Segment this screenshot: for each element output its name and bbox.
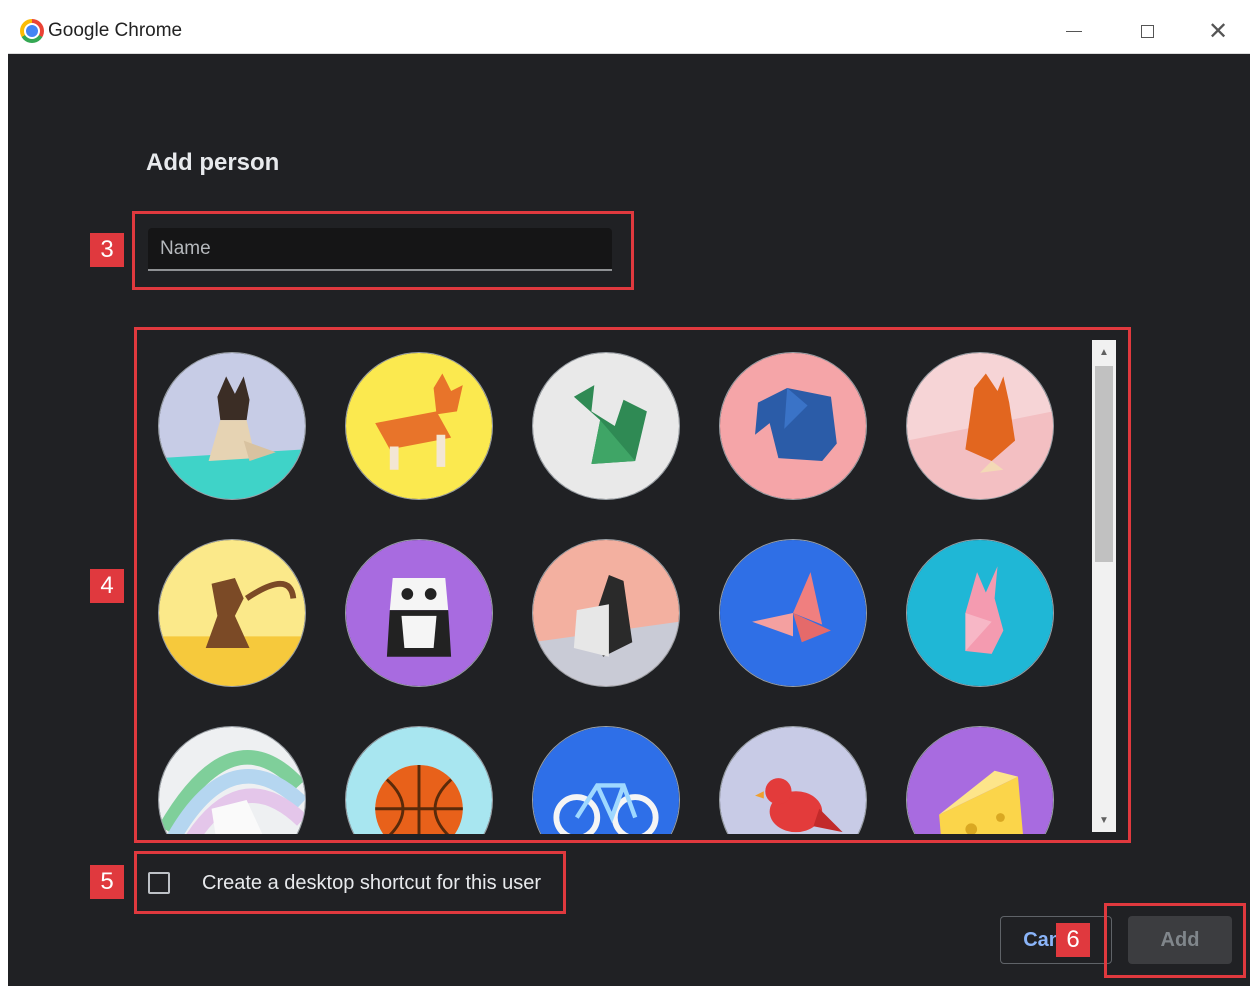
annotation-number-3: 3 xyxy=(90,233,124,267)
close-icon[interactable]: ✕ xyxy=(1203,16,1233,46)
annotation-number-4: 4 xyxy=(90,569,124,603)
origami-monkey-icon xyxy=(159,540,305,686)
avatar-origami-fox[interactable] xyxy=(906,352,1054,500)
origami-dragon-icon xyxy=(533,353,679,499)
maximize-icon[interactable] xyxy=(1132,16,1162,46)
avatar-cheese[interactable] xyxy=(906,726,1054,834)
cheese-icon xyxy=(907,727,1053,834)
avatar-origami-panda[interactable] xyxy=(345,539,493,687)
name-input[interactable] xyxy=(148,228,612,269)
avatar-origami-cat[interactable] xyxy=(158,352,306,500)
scrollbar-thumb[interactable] xyxy=(1095,366,1113,562)
bicycle-icon xyxy=(533,727,679,834)
avatar-origami-butterfly[interactable] xyxy=(719,539,867,687)
avatar-basketball[interactable] xyxy=(345,726,493,834)
avatar-origami-unicorn[interactable] xyxy=(158,726,306,834)
red-bird-icon xyxy=(720,727,866,834)
avatar-grid xyxy=(158,352,1068,834)
annotation-number-6: 6 xyxy=(1056,923,1090,957)
avatar-scrollbar[interactable]: ▲ ▼ xyxy=(1092,340,1116,832)
desktop-shortcut-checkbox[interactable] xyxy=(148,872,170,894)
basketball-icon xyxy=(346,727,492,834)
desktop-shortcut-label: Create a desktop shortcut for this user xyxy=(202,871,542,894)
origami-rabbit-icon xyxy=(907,540,1053,686)
avatar-origami-rabbit[interactable] xyxy=(906,539,1054,687)
avatar-origami-dragon[interactable] xyxy=(532,352,680,500)
add-button[interactable]: Add xyxy=(1128,916,1232,964)
origami-unicorn-icon xyxy=(159,727,305,834)
desktop-shortcut-option[interactable]: Create a desktop shortcut for this user xyxy=(148,868,541,898)
chrome-logo-icon xyxy=(20,19,44,43)
scroll-down-icon[interactable]: ▼ xyxy=(1092,808,1116,832)
avatar-origami-penguin[interactable] xyxy=(532,539,680,687)
add-person-dialog: Add person Name ▲ ▼ Create a desktop sho… xyxy=(8,54,1250,986)
origami-elephant-icon xyxy=(720,353,866,499)
window-title: Google Chrome xyxy=(48,20,183,41)
origami-corgi-icon xyxy=(346,353,492,499)
origami-panda-icon xyxy=(346,540,492,686)
avatar-origami-corgi[interactable] xyxy=(345,352,493,500)
name-field-container xyxy=(148,228,612,271)
minimize-icon[interactable] xyxy=(1059,16,1089,46)
scroll-up-icon[interactable]: ▲ xyxy=(1092,340,1116,364)
dialog-heading: Add person xyxy=(146,149,280,176)
annotation-number-5: 5 xyxy=(90,865,124,899)
avatar-origami-monkey[interactable] xyxy=(158,539,306,687)
window-titlebar: Google Chrome ✕ xyxy=(8,8,1250,54)
origami-fox-icon xyxy=(907,353,1053,499)
avatar-origami-elephant[interactable] xyxy=(719,352,867,500)
origami-penguin-icon xyxy=(533,540,679,686)
origami-cat-icon xyxy=(159,353,305,499)
avatar-bicycle[interactable] xyxy=(532,726,680,834)
avatar-red-bird[interactable] xyxy=(719,726,867,834)
origami-butterfly-icon xyxy=(720,540,866,686)
